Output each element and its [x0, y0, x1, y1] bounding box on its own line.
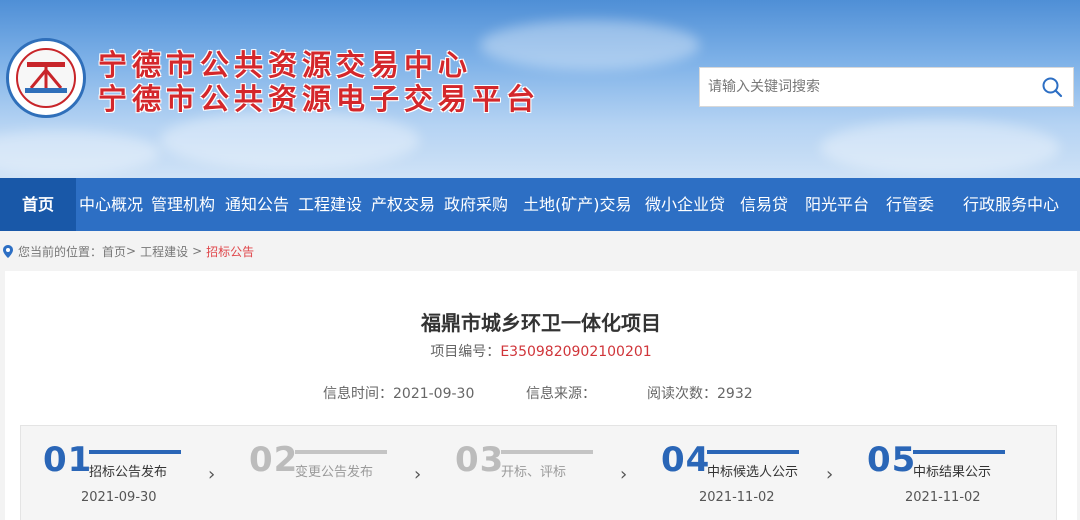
location-pin-icon	[3, 244, 13, 258]
info-time-label: 信息时间：	[323, 386, 393, 402]
info-time-value: 2021-09-30	[393, 386, 475, 402]
step-number: 03	[455, 440, 505, 480]
step-result-publicity[interactable]: 05 中标结果公示 2021-11-02	[867, 426, 1067, 520]
chevron-right-icon: ›	[208, 464, 216, 485]
step-label: 中标结果公示	[913, 465, 992, 480]
nav-item-construction[interactable]: 工程建设	[298, 178, 362, 231]
step-label: 中标候选人公示	[707, 465, 799, 480]
breadcrumb-home[interactable]: 首页	[102, 243, 126, 260]
nav-item-center-overview[interactable]: 中心概况	[79, 178, 143, 231]
breadcrumb-current[interactable]: 招标公告	[206, 243, 254, 260]
nav-item-admin-committee[interactable]: 行管委	[886, 178, 934, 231]
breadcrumb-separator: >	[192, 244, 203, 258]
breadcrumb-prefix: 您当前的位置：	[18, 244, 103, 259]
project-code-label: 项目编号：	[430, 344, 501, 360]
nav-item-admin-service-center[interactable]: 行政服务中心	[963, 178, 1059, 231]
nav-item-government-procurement[interactable]: 政府采购	[444, 178, 508, 231]
step-bar	[501, 450, 593, 454]
site-title: 宁德市公共资源交易中心 宁德市公共资源电子交易平台	[98, 48, 540, 116]
search-icon	[1042, 77, 1063, 98]
nav-item-home[interactable]: 首页	[0, 178, 76, 231]
step-number: 04	[661, 440, 711, 480]
site-header: 宁德市公共资源交易中心 宁德市公共资源电子交易平台	[0, 0, 1080, 178]
main-nav: 首页 中心概况 管理机构 通知公告 工程建设 产权交易 政府采购 土地(矿产)交…	[0, 178, 1080, 231]
search-box	[699, 67, 1074, 107]
breadcrumb: 您当前的位置： 首页 > 工程建设 > 招标公告	[0, 240, 254, 262]
step-number: 02	[249, 440, 299, 480]
search-button[interactable]	[1031, 68, 1073, 106]
step-bar	[913, 450, 1005, 454]
step-date: 2021-11-02	[905, 490, 981, 505]
chevron-right-icon: ›	[414, 464, 422, 485]
chevron-right-icon: ›	[620, 464, 628, 485]
info-source-label: 信息来源：	[526, 386, 596, 402]
step-label: 招标公告发布	[89, 465, 168, 480]
nav-item-credit-loan[interactable]: 信易贷	[740, 178, 788, 231]
info-time: 信息时间：2021-09-30	[323, 383, 474, 403]
nav-item-land-mineral[interactable]: 土地(矿产)交易	[523, 178, 632, 231]
step-bar	[89, 450, 181, 454]
project-code-row: 项目编号：E3509820902100201	[5, 341, 1077, 361]
step-label: 变更公告发布	[295, 465, 374, 480]
step-bar	[295, 450, 387, 454]
project-title: 福鼎市城乡环卫一体化项目	[421, 311, 661, 335]
breadcrumb-construction[interactable]: 工程建设	[140, 243, 188, 260]
site-title-line1: 宁德市公共资源交易中心	[98, 48, 473, 82]
step-number: 05	[867, 440, 917, 480]
chevron-right-icon: ›	[826, 464, 834, 485]
read-count: 阅读次数：2932	[647, 383, 753, 403]
process-steps: 01 招标公告发布 2021-09-30 › 02 变更公告发布 › 03 开标…	[20, 425, 1057, 520]
project-code: E3509820902100201	[500, 344, 652, 360]
nav-item-micro-loan[interactable]: 微小企业贷	[645, 178, 725, 231]
nav-item-property-rights[interactable]: 产权交易	[371, 178, 435, 231]
search-input[interactable]	[700, 68, 1031, 106]
breadcrumb-separator: >	[126, 244, 137, 258]
step-number: 01	[43, 440, 93, 480]
info-source: 信息来源：	[526, 383, 596, 403]
step-bar	[707, 450, 799, 454]
read-count-label: 阅读次数：	[647, 386, 717, 402]
ningde-trading-center-logo[interactable]	[6, 38, 86, 118]
read-count-value: 2932	[717, 386, 753, 402]
step-date: 2021-09-30	[81, 490, 157, 505]
step-label: 开标、评标	[501, 465, 567, 480]
nav-item-management[interactable]: 管理机构	[151, 178, 215, 231]
step-date: 2021-11-02	[699, 490, 775, 505]
nav-item-notices[interactable]: 通知公告	[225, 178, 289, 231]
site-title-line2: 宁德市公共资源电子交易平台	[98, 82, 541, 116]
nav-item-sunshine-platform[interactable]: 阳光平台	[805, 178, 869, 231]
scales-icon	[25, 62, 67, 93]
content-panel: 福鼎市城乡环卫一体化项目 项目编号：E3509820902100201 信息时间…	[5, 271, 1077, 520]
